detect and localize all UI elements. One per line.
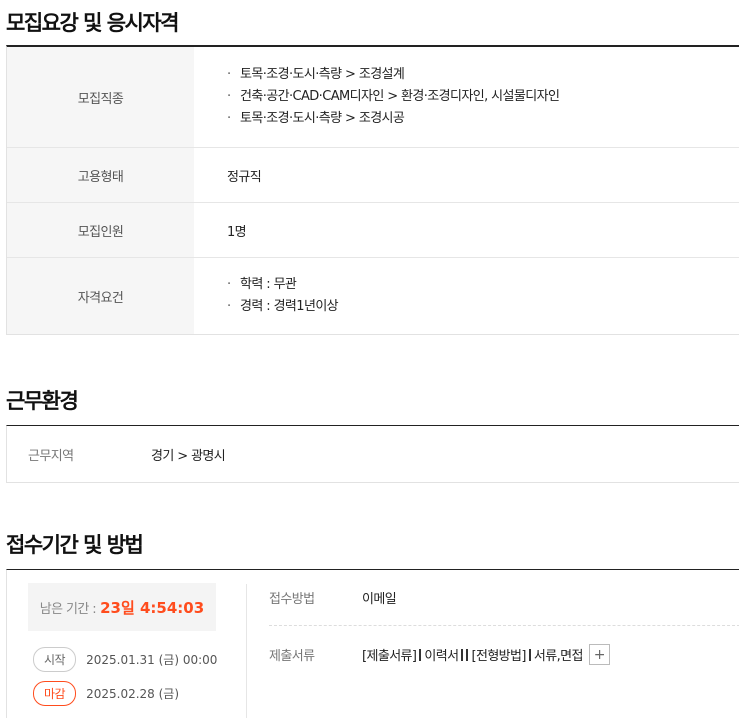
recruit-table: 모집직종 · 토목·조경·도시·측량 > 조경설계 · 건축·공간·CAD·CAM디… [6, 45, 739, 335]
list-item: · 건축·공간·CAD·CAM디자인 > 환경·조경디자인, 시설물디자인 [227, 89, 560, 104]
row-employment: 고용형태 정규직 [7, 148, 739, 203]
list-item: · 경력 : 경력1년이상 [227, 299, 339, 314]
list-item: · 학력 : 무관 [227, 277, 297, 292]
environment-box: 근무지역 경기 > 광명시 [6, 425, 739, 483]
remaining-label: 남은 기간 : [39, 601, 97, 617]
remaining-period: 남은 기간 : 23일 4:54:03 [28, 583, 216, 631]
headcount-label: 모집인원 [7, 203, 194, 257]
deadline-badge: 마감 [33, 681, 77, 706]
job-list: · 토목·조경·도시·측량 > 조경설계 · 건축·공간·CAD·CAM디자인 > … [227, 64, 739, 130]
headcount-value: 1명 [227, 224, 247, 240]
employment-label: 고용형태 [7, 148, 194, 202]
recruit-section-title: 모집요강 및 응시자격 [6, 11, 180, 35]
apply-box: 남은 기간 : 23일 4:54:03 시작 2025.01.31 (금) 00… [6, 569, 739, 718]
expand-docs-button[interactable]: + [588, 644, 610, 665]
qualification-list: · 학력 : 무관 · 경력 : 경력1년이상 [227, 274, 739, 318]
environment-section-title: 근무환경 [6, 389, 79, 413]
row-job: 모집직종 · 토목·조경·도시·측량 > 조경설계 · 건축·공간·CAD·CAM디… [7, 47, 739, 148]
docs-value: [제출서류] 이력서 [전형방법] 서류,면접 + [362, 644, 610, 665]
docs-label: 제출서류 [269, 649, 315, 664]
employment-value: 정규직 [227, 169, 262, 185]
location-value: 경기 > 광명시 [151, 448, 226, 464]
location-label: 근무지역 [28, 448, 74, 464]
deadline-row: 마감 2025.02.28 (금) [33, 681, 179, 706]
method-row: 접수방법 이메일 [269, 588, 397, 607]
job-label: 모집직종 [7, 47, 194, 147]
start-row: 시작 2025.01.31 (금) 00:00 [33, 647, 217, 672]
divider [246, 584, 247, 718]
list-item: · 토목·조경·도시·측량 > 조경설계 [227, 67, 405, 82]
row-headcount: 모집인원 1명 [7, 203, 739, 258]
method-value: 이메일 [362, 592, 397, 607]
divider [269, 625, 739, 626]
apply-section-title: 접수기간 및 방법 [6, 533, 144, 557]
deadline-date: 2025.02.28 (금) [86, 687, 180, 701]
list-item: · 토목·조경·도시·측량 > 조경시공 [227, 111, 405, 126]
start-date: 2025.01.31 (금) 00:00 [86, 653, 218, 667]
qualification-label: 자격요건 [7, 258, 194, 334]
method-label: 접수방법 [269, 592, 315, 607]
remaining-time: 23일 4:54:03 [100, 598, 205, 617]
start-badge: 시작 [33, 647, 77, 672]
row-qualification: 자격요건 · 학력 : 무관 · 경력 : 경력1년이상 [7, 258, 739, 334]
docs-row: 제출서류 [제출서류] 이력서 [전형방법] 서류,면접 + [269, 644, 610, 665]
